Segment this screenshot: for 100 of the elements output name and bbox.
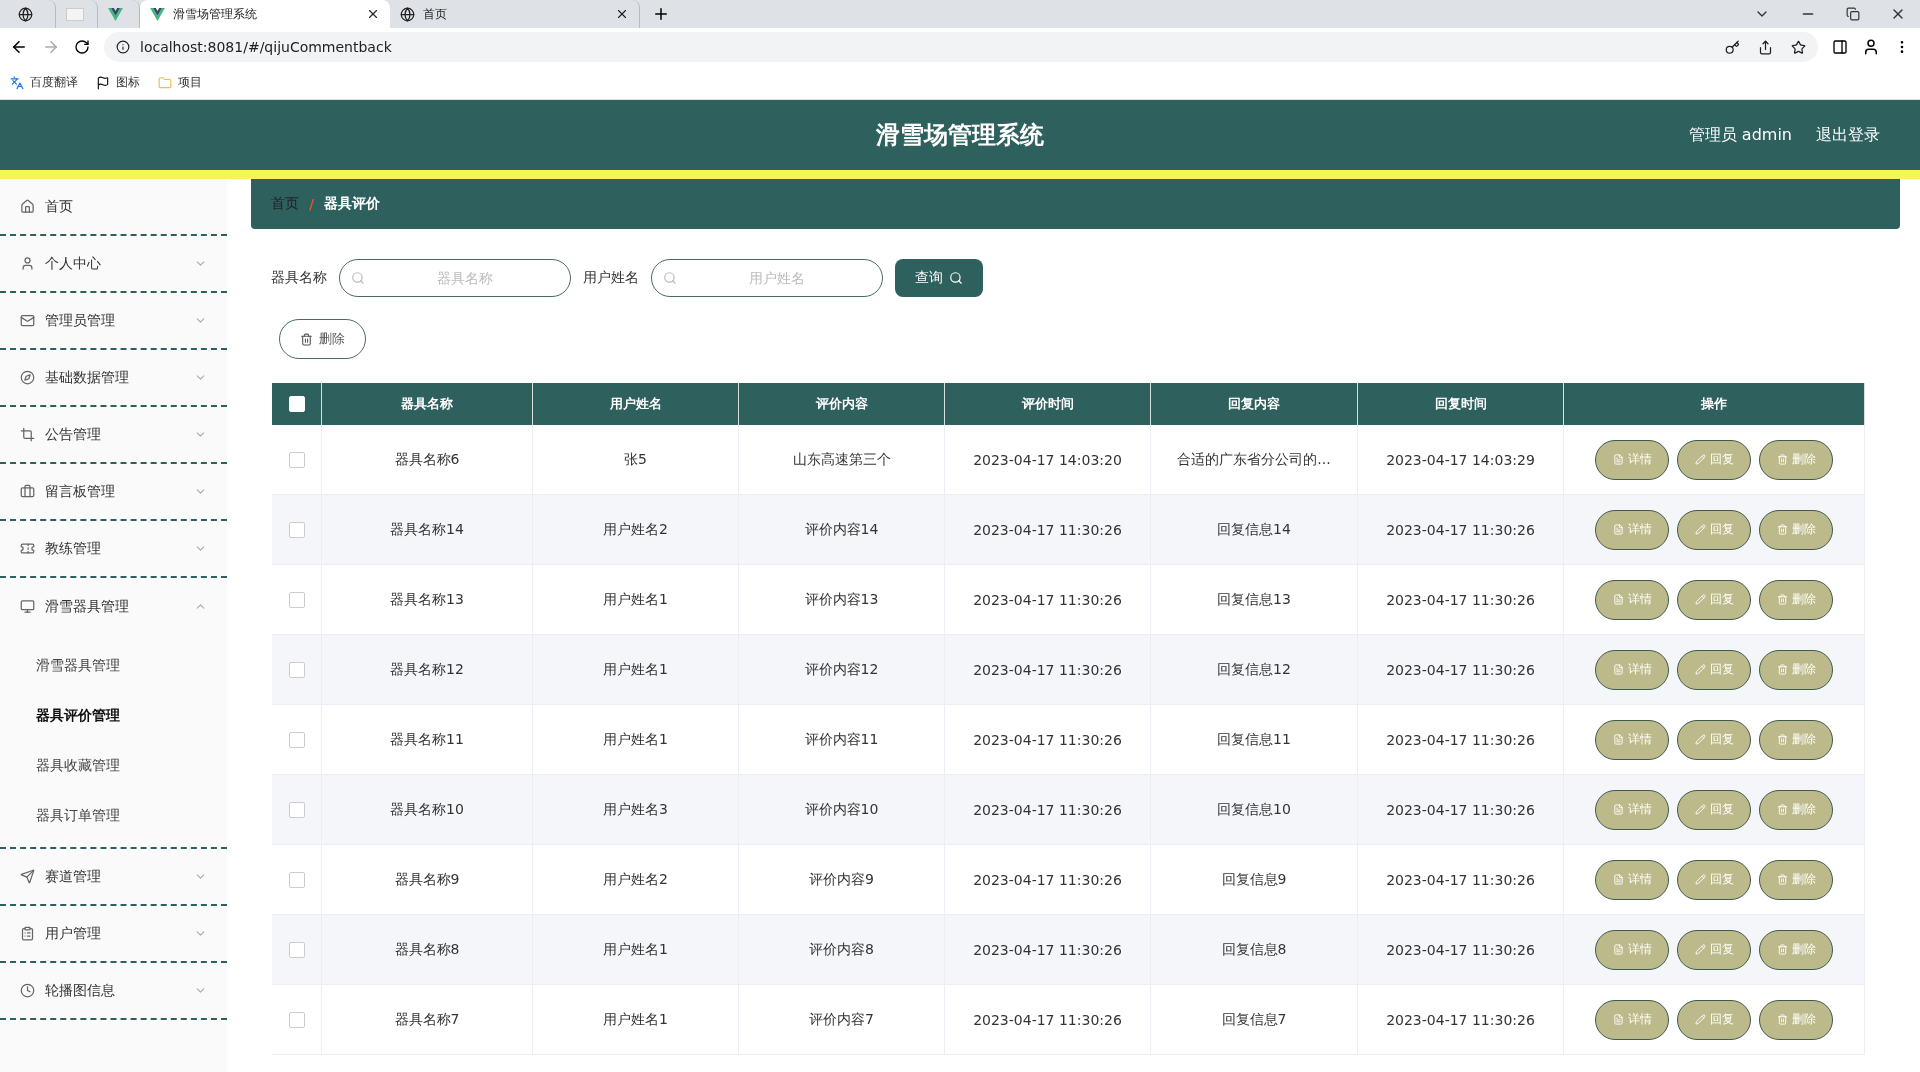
checkbox[interactable] [288, 661, 305, 678]
action-button[interactable]: 删除 [1759, 579, 1833, 620]
close-icon[interactable] [615, 7, 629, 21]
action-button[interactable]: 详情 [1595, 719, 1669, 760]
info-icon[interactable] [116, 40, 130, 54]
bookmark[interactable]: 项目 [158, 74, 202, 91]
table-cell: 回复信息7 [1151, 985, 1358, 1055]
trash-icon [1776, 874, 1788, 885]
sidebar-item[interactable]: 用户管理 [0, 906, 227, 963]
side-panel-icon[interactable] [1832, 39, 1848, 55]
action-button[interactable]: 回复 [1677, 719, 1751, 760]
checkbox[interactable] [288, 801, 305, 818]
action-button[interactable]: 回复 [1677, 509, 1751, 550]
sidebar-item[interactable]: 个人中心 [0, 236, 227, 293]
query-button[interactable]: 查询 [895, 259, 983, 297]
breadcrumb-separator: / [309, 196, 315, 212]
submenu-item[interactable]: 滑雪器具管理 [0, 641, 227, 691]
sidebar-item[interactable]: 赛道管理 [0, 849, 227, 906]
logout-link[interactable]: 退出登录 [1816, 124, 1880, 146]
submenu-item[interactable]: 器具评价管理 [0, 691, 227, 741]
action-button[interactable]: 删除 [1759, 859, 1833, 900]
restore-icon[interactable] [1846, 7, 1860, 21]
action-button[interactable]: 回复 [1677, 859, 1751, 900]
column-header: 用户姓名 [533, 383, 739, 425]
table-cell: 回复信息13 [1151, 565, 1358, 635]
action-button[interactable]: 详情 [1595, 929, 1669, 970]
checkbox[interactable] [288, 591, 305, 608]
table-cell: 2023-04-17 11:30:26 [1358, 565, 1564, 635]
action-button[interactable]: 详情 [1595, 789, 1669, 830]
sidebar-item[interactable]: 首页 [0, 179, 227, 236]
sidebar-item[interactable]: 轮播图信息 [0, 963, 227, 1020]
new-tab-icon[interactable] [652, 5, 670, 23]
search-field[interactable]: 用户姓名 [651, 259, 883, 297]
table-cell: 器具名称14 [322, 495, 533, 565]
action-button[interactable]: 详情 [1595, 859, 1669, 900]
back-icon[interactable] [10, 38, 28, 56]
star-icon[interactable] [1791, 39, 1806, 55]
sidebar-item[interactable]: 公告管理 [0, 407, 227, 464]
table-cell: 回复信息11 [1151, 705, 1358, 775]
table-cell: 用户姓名1 [533, 565, 739, 635]
breadcrumb-link[interactable]: 首页 [271, 195, 299, 213]
v-logo-icon [150, 7, 165, 21]
search-field[interactable]: 器具名称 [339, 259, 571, 297]
action-button[interactable]: 删除 [1759, 649, 1833, 690]
reload-icon[interactable] [74, 39, 90, 55]
action-button[interactable]: 详情 [1595, 649, 1669, 690]
table-cell: 器具名称11 [322, 705, 533, 775]
breadcrumb-link[interactable]: 器具评价 [324, 195, 381, 213]
checkbox[interactable] [288, 871, 305, 888]
address-bar[interactable]: localhost:8081/#/qijuCommentback [104, 32, 1818, 62]
action-button[interactable]: 删除 [1759, 719, 1833, 760]
profile-icon[interactable] [1862, 38, 1880, 56]
sidebar-item[interactable]: 滑雪器具管理 [0, 578, 227, 635]
document-icon [1612, 594, 1624, 605]
sidebar-item[interactable]: 教练管理 [0, 521, 227, 578]
action-button[interactable]: 删除 [1759, 929, 1833, 970]
action-button[interactable]: 详情 [1595, 439, 1669, 480]
pencil-icon [1694, 804, 1706, 815]
bookmark[interactable]: 图标 [96, 74, 140, 91]
sidebar-item[interactable]: 留言板管理 [0, 464, 227, 521]
pencil-icon [1694, 944, 1706, 955]
menu-item-icon [20, 199, 35, 214]
action-button[interactable]: 回复 [1677, 649, 1751, 690]
action-button[interactable]: 详情 [1595, 579, 1669, 620]
checkbox[interactable] [288, 1011, 305, 1028]
action-button[interactable]: 回复 [1677, 579, 1751, 620]
action-button[interactable]: 回复 [1677, 999, 1751, 1040]
checkbox[interactable] [288, 451, 305, 468]
action-button[interactable]: 删除 [1759, 999, 1833, 1040]
pencil-icon [1694, 664, 1706, 675]
action-button[interactable]: 删除 [1759, 439, 1833, 480]
action-button[interactable]: 回复 [1677, 789, 1751, 830]
checkbox[interactable] [288, 521, 305, 538]
submenu-item[interactable]: 器具订单管理 [0, 791, 227, 841]
sidebar-item[interactable]: 基础数据管理 [0, 350, 227, 407]
table-cell: 2023-04-17 11:30:26 [1358, 845, 1564, 915]
sidebar-item[interactable]: 管理员管理 [0, 293, 227, 350]
action-button[interactable]: 详情 [1595, 509, 1669, 550]
table-cell: 用户姓名3 [533, 775, 739, 845]
translate-icon [10, 75, 24, 90]
menu-item-icon [20, 313, 35, 328]
action-button[interactable]: 回复 [1677, 929, 1751, 970]
browser-tab[interactable]: 滑雪场管理系统 [140, 0, 390, 28]
checkbox[interactable] [288, 941, 305, 958]
checkbox[interactable] [288, 731, 305, 748]
table-cell: 2023-04-17 11:30:26 [945, 495, 1151, 565]
search-icon [351, 271, 365, 285]
action-button[interactable]: 回复 [1677, 439, 1751, 480]
bookmark[interactable]: 百度翻译 [10, 74, 78, 91]
delete-button[interactable]: 删除 [279, 319, 366, 359]
share-icon[interactable] [1758, 39, 1773, 55]
action-button[interactable]: 删除 [1759, 789, 1833, 830]
action-button[interactable]: 详情 [1595, 999, 1669, 1040]
document-icon [1612, 874, 1624, 885]
table-cell: 器具名称13 [322, 565, 533, 635]
close-icon[interactable] [366, 7, 380, 21]
action-button[interactable]: 删除 [1759, 509, 1833, 550]
key-icon[interactable] [1725, 39, 1740, 55]
submenu-item[interactable]: 器具收藏管理 [0, 741, 227, 791]
menu-item-icon [20, 869, 35, 884]
